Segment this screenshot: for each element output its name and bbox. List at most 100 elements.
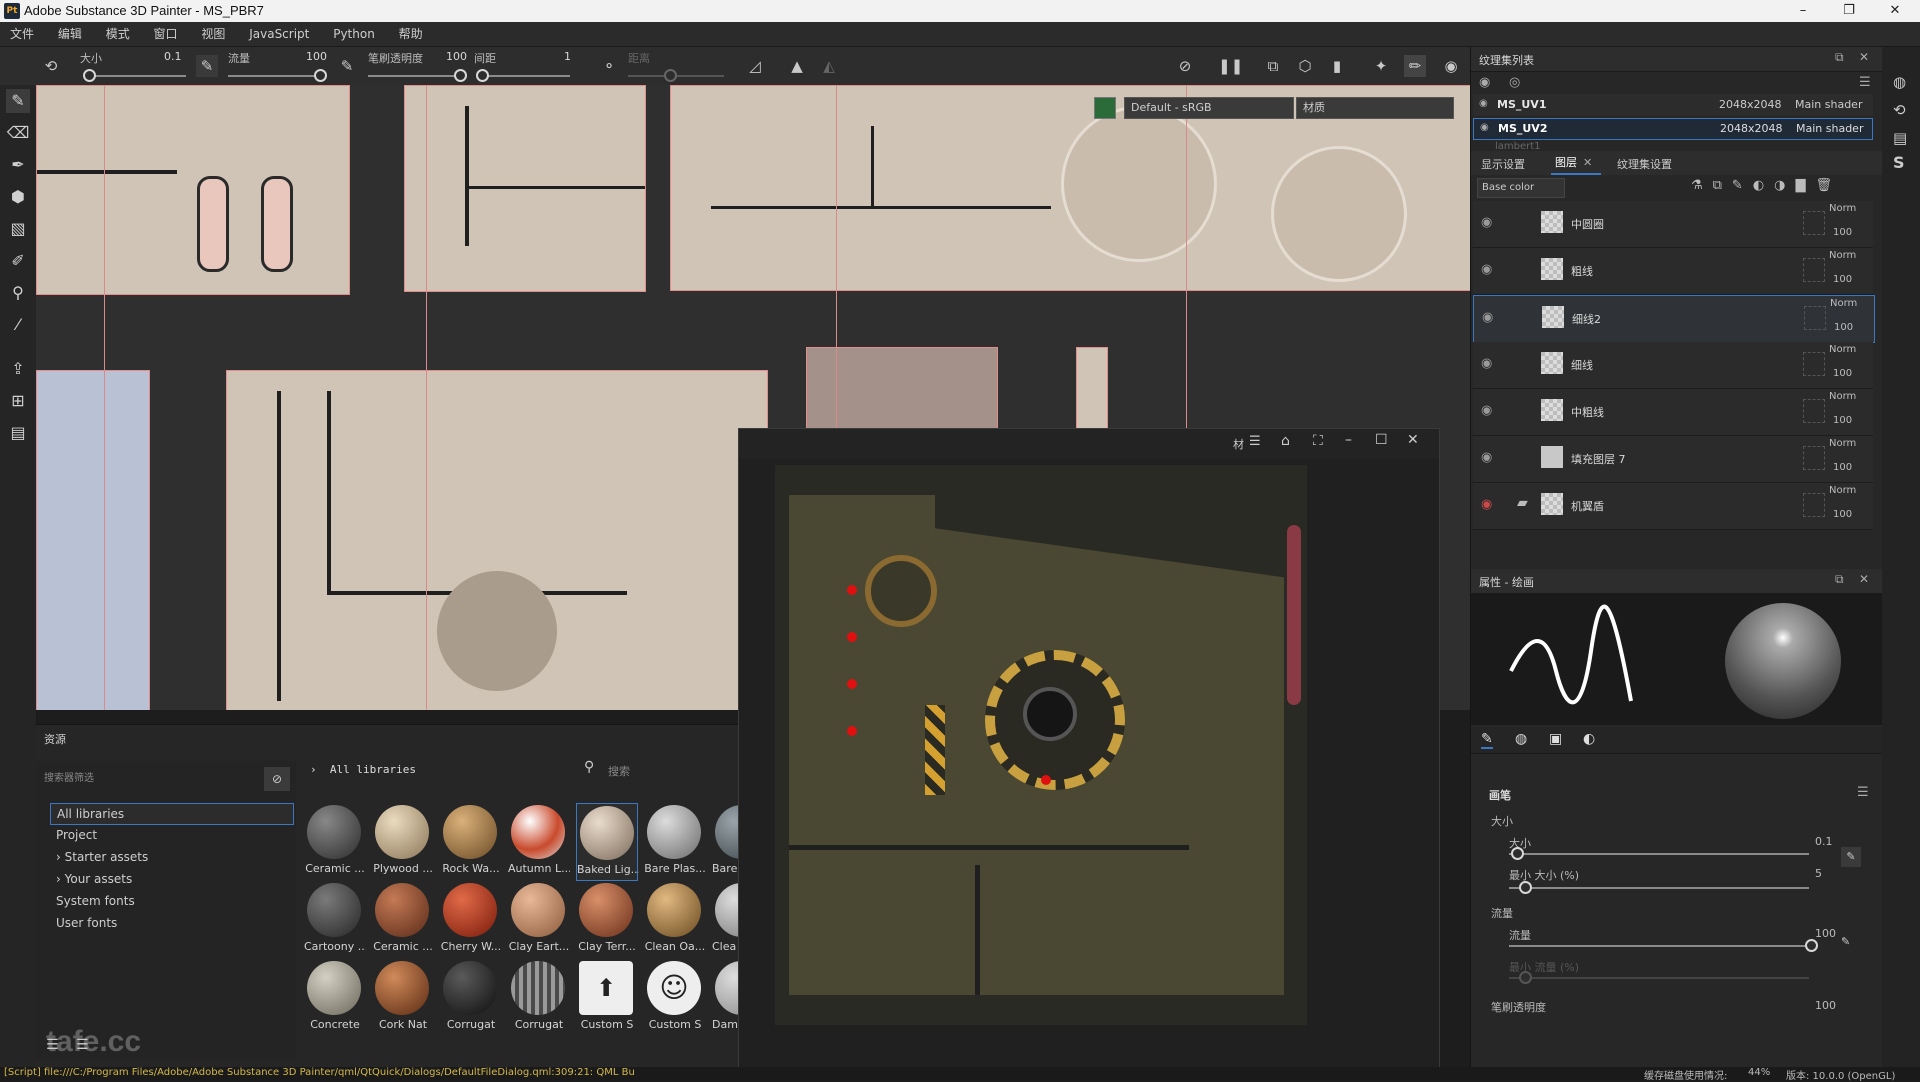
clone-tool-icon[interactable]: ⚲ <box>6 281 30 305</box>
eye-outline-icon[interactable]: ◎ <box>1509 75 1520 90</box>
library-item-user-fonts[interactable]: User fonts <box>50 913 117 933</box>
search-input[interactable]: 搜索 <box>608 763 630 779</box>
min-flow-slider-knob[interactable] <box>1519 971 1532 984</box>
colorspace-dropdown[interactable]: Default - sRGB <box>1124 97 1294 119</box>
environment-icon[interactable] <box>1094 97 1116 119</box>
brush-menu-icon[interactable]: ☰ <box>1857 785 1869 800</box>
menu-javascript[interactable]: JavaScript <box>239 22 319 46</box>
brush-opacity-knob[interactable] <box>454 69 467 82</box>
spacing-slider-knob[interactable] <box>476 69 489 82</box>
color-picker-icon[interactable]: ⁄ <box>6 313 30 337</box>
layer-toolbar-icons[interactable]: ⚗⧉✎◐◑▇🗑 <box>1691 178 1842 193</box>
texture-set-row-selected[interactable]: ◉ MS_UV2 2048x2048 Main shader <box>1473 118 1873 140</box>
menu-mode[interactable]: 模式 <box>96 22 140 46</box>
eye-icon[interactable]: ◉ <box>1481 450 1497 466</box>
asset-thumb-selected[interactable]: Baked Lig... <box>576 803 639 881</box>
asset-thumb[interactable]: Plywood ... <box>372 805 433 881</box>
brush-opacity-slider[interactable] <box>368 75 464 77</box>
size-slider-knob[interactable] <box>1511 847 1524 860</box>
layer-blend[interactable]: Norm <box>1829 203 1856 214</box>
distance-slider-knob[interactable] <box>664 69 677 82</box>
substance-share-icon[interactable]: S <box>1893 153 1905 172</box>
size-slider[interactable] <box>1509 853 1809 855</box>
brush-opacity-value[interactable]: 100 <box>1815 999 1836 1012</box>
layer-row[interactable]: ◉ 填充图层 7 Norm 100 <box>1473 436 1873 483</box>
library-item-your-assets[interactable]: › Your assets <box>50 869 132 889</box>
asset-thumb[interactable]: Clea <box>712 883 738 959</box>
alpha-tab-icon[interactable]: ▣ <box>1549 731 1562 747</box>
flow-slider-knob[interactable] <box>1805 939 1818 952</box>
float-menu-icon[interactable]: ☰ <box>1249 434 1261 449</box>
paint-tool-icon[interactable]: ✎ <box>6 89 30 113</box>
close-button[interactable]: ✕ <box>1872 0 1918 22</box>
size-value[interactable]: 0.1 <box>1815 835 1833 848</box>
eye-icon[interactable]: ◉ <box>1481 262 1497 278</box>
asset-thumb[interactable]: ☺ Custom S <box>644 961 704 1037</box>
angle-icon[interactable]: ◿ <box>744 55 766 77</box>
tab-layers[interactable]: 图层 <box>1551 153 1601 175</box>
asset-thumb[interactable]: Clean Oa... <box>644 883 705 959</box>
panel-close-icon[interactable]: ✕ <box>1859 50 1869 64</box>
layer-blend[interactable]: Norm <box>1829 485 1856 496</box>
layer-blend[interactable]: Norm <box>1829 438 1856 449</box>
menu-edit[interactable]: 编辑 <box>48 22 92 46</box>
projection-tool-icon[interactable]: ✒ <box>6 153 30 177</box>
mirror-icon[interactable]: ▲ <box>786 55 808 77</box>
panel-float-icon[interactable]: ⧉ <box>1835 50 1844 65</box>
min-size-slider[interactable] <box>1509 887 1809 889</box>
menu-python[interactable]: Python <box>323 22 385 46</box>
smudge-tool-icon[interactable]: ✐ <box>6 249 30 273</box>
float-maximize-icon[interactable]: ☐ <box>1375 432 1388 448</box>
material-mode-dropdown[interactable]: 材质 <box>1296 97 1454 119</box>
min-flow-slider[interactable] <box>1509 977 1809 979</box>
viewport-2d-icon[interactable]: ⧉ <box>1262 55 1284 77</box>
pen-pressure-icon[interactable]: ✎ <box>196 55 218 77</box>
layer-row[interactable]: ◉ 粗线 Norm 100 <box>1473 248 1873 295</box>
asset-thumb[interactable]: Ceramic ... <box>304 805 365 881</box>
hide-icon[interactable]: ⊘ <box>1174 55 1196 77</box>
layer-row[interactable]: ◉ 中粗线 Norm 100 <box>1473 389 1873 436</box>
iray-icon[interactable]: ✦ <box>1370 55 1392 77</box>
asset-thumb[interactable]: Cartoony ... <box>304 883 366 959</box>
spacing-slider[interactable] <box>480 75 570 77</box>
asset-thumb[interactable]: Ceramic ... <box>372 883 433 959</box>
layer-row[interactable]: ◉ 中圆圈 Norm 100 <box>1473 201 1873 248</box>
asset-thumb[interactable]: Clay Eart... <box>508 883 569 959</box>
layer-row-selected[interactable]: ◉ 细线2 Norm 100 <box>1473 295 1875 343</box>
eye-icon[interactable]: ◉ <box>1482 310 1498 326</box>
size-pressure-icon[interactable]: ✎ <box>1841 847 1861 867</box>
float-fullscreen-icon[interactable]: ⛶ <box>1313 433 1323 449</box>
filter-toggle-icon[interactable]: ⊘ <box>264 767 290 791</box>
asset-thumb[interactable]: Cork Nat <box>372 961 432 1037</box>
library-item-all[interactable]: All libraries <box>50 803 294 825</box>
maximize-button[interactable]: ❐ <box>1826 0 1872 22</box>
asset-thumb[interactable]: Rock Wa... <box>440 805 500 881</box>
eye-icon[interactable]: ◉ <box>1479 75 1490 90</box>
layer-opacity[interactable]: 100 <box>1834 322 1853 333</box>
brush-tab-icon[interactable]: ✎ <box>1481 731 1493 749</box>
breadcrumb[interactable]: › All libraries <box>310 763 416 776</box>
panel-float-icon[interactable]: ⧉ <box>1835 572 1844 587</box>
asset-thumb[interactable]: Autumn L... <box>508 805 570 881</box>
asset-thumb[interactable]: Clay Terr... <box>576 883 636 959</box>
display-settings-icon[interactable]: ▤ <box>6 421 30 445</box>
polygon-fill-icon[interactable]: ▧ <box>6 217 30 241</box>
flow-value[interactable]: 100 <box>1815 927 1836 940</box>
asset-thumb[interactable]: Bare Plas... <box>644 805 706 881</box>
float-minimize-icon[interactable]: – <box>1345 432 1352 448</box>
menu-file[interactable]: 文件 <box>0 22 44 46</box>
bake-icon[interactable]: ⊞ <box>6 389 30 413</box>
layer-opacity[interactable]: 100 <box>1833 509 1852 520</box>
eraser-tool-icon[interactable]: ⌫ <box>6 121 30 145</box>
eye-icon[interactable]: ◉ <box>1481 356 1497 372</box>
tab-texture-set-settings[interactable]: 纹理集设置 <box>1617 156 1672 172</box>
eye-icon[interactable]: ◉ <box>1481 215 1497 231</box>
eye-icon[interactable]: ◉ <box>1481 403 1497 419</box>
search-icon[interactable]: ⚲ <box>584 759 594 775</box>
folder-icon[interactable]: ▰ <box>1517 495 1528 511</box>
minimize-button[interactable]: – <box>1780 0 1826 22</box>
layer-blend[interactable]: Norm <box>1829 344 1856 355</box>
screenshot-icon[interactable]: ◉ <box>1440 55 1462 77</box>
grid-view-icon[interactable]: ☰ <box>76 1037 89 1053</box>
library-item-system-fonts[interactable]: System fonts <box>50 891 135 911</box>
